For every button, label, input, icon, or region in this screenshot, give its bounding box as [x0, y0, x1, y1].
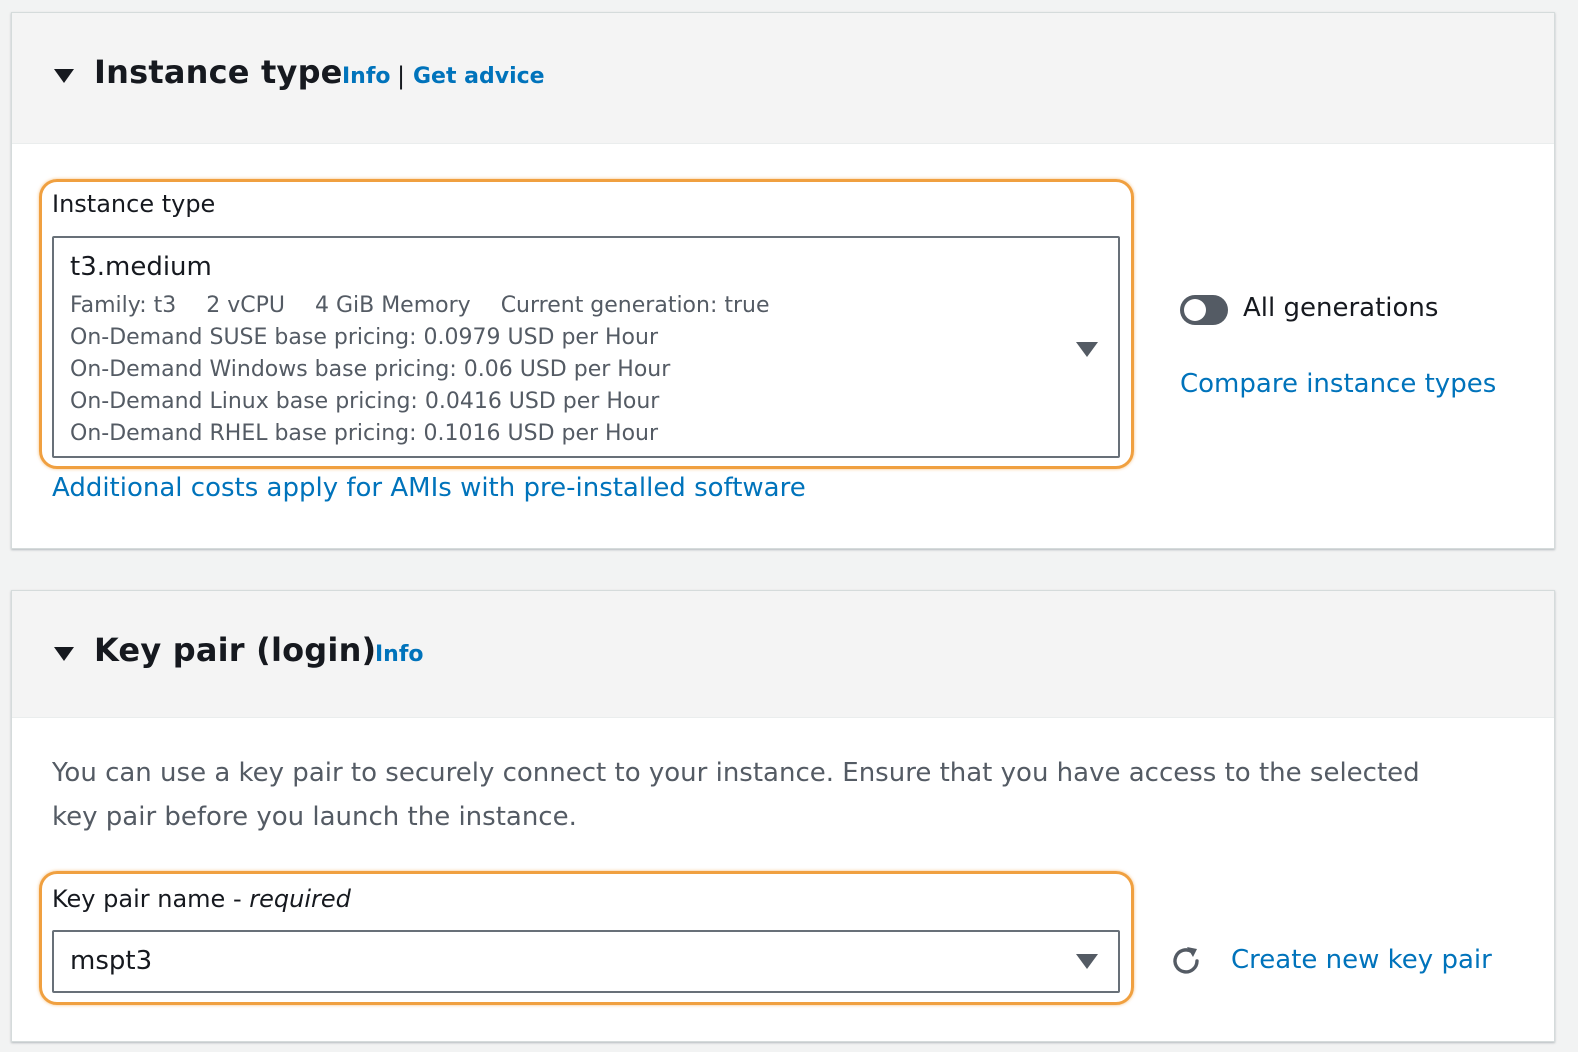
compare-instance-types-link[interactable]: Compare instance types — [1180, 369, 1496, 399]
vcpu-tag: 2 vCPU — [206, 293, 285, 318]
section-title: Key pair (login) — [94, 631, 377, 669]
all-generations-toggle[interactable] — [1180, 295, 1228, 325]
info-link[interactable]: Info — [375, 642, 424, 667]
create-new-key-pair-link[interactable]: Create new key pair — [1231, 945, 1492, 975]
pricing-suse: On-Demand SUSE base pricing: 0.0979 USD … — [70, 325, 658, 350]
get-advice-link[interactable]: Get advice — [413, 64, 545, 89]
generation-tag: Current generation: true — [500, 293, 770, 318]
family-tag: Family: t3 — [70, 293, 177, 318]
all-generations-label: All generations — [1243, 293, 1439, 323]
instance-type-header[interactable]: Instance type Info | Get advice — [12, 13, 1554, 144]
collapse-caret-icon[interactable] — [54, 69, 74, 83]
instance-type-label: Instance type — [52, 190, 216, 218]
key-pair-label-text: Key pair name — [52, 885, 226, 913]
refresh-icon[interactable] — [1168, 943, 1204, 979]
dropdown-caret-icon — [1076, 342, 1098, 357]
instance-type-panel: Instance type Info | Get advice Instance… — [11, 12, 1555, 549]
link-separator: | — [397, 62, 406, 90]
instance-type-select[interactable]: t3.medium Family: t3 2 vCPU 4 GiB Memory Cu… — [52, 236, 1120, 458]
key-pair-name-label: Key pair name - required — [52, 885, 351, 913]
section-title: Instance type — [94, 53, 343, 91]
collapse-caret-icon[interactable] — [54, 647, 74, 661]
required-marker: required — [249, 885, 351, 913]
key-pair-panel: Key pair (login) Info You can use a key … — [11, 590, 1555, 1042]
info-link[interactable]: Info — [342, 64, 391, 89]
key-pair-header[interactable]: Key pair (login) Info — [12, 591, 1554, 718]
toggle-knob — [1184, 299, 1206, 321]
label-dash: - — [225, 885, 250, 913]
key-pair-value: mspt3 — [70, 946, 153, 976]
instance-type-specs: Family: t3 2 vCPU 4 GiB Memory Current gene… — [70, 293, 800, 318]
pricing-windows: On-Demand Windows base pricing: 0.06 USD… — [70, 357, 671, 382]
memory-tag: 4 GiB Memory — [314, 293, 471, 318]
key-pair-description: You can use a key pair to securely conne… — [52, 758, 1420, 832]
pricing-rhel: On-Demand RHEL base pricing: 0.1016 USD … — [70, 421, 659, 446]
dropdown-caret-icon — [1076, 954, 1098, 969]
additional-costs-link[interactable]: Additional costs apply for AMIs with pre… — [52, 473, 806, 503]
pricing-linux: On-Demand Linux base pricing: 0.0416 USD… — [70, 389, 660, 414]
key-pair-select[interactable]: mspt3 — [52, 930, 1120, 993]
instance-type-value: t3.medium — [70, 252, 212, 282]
